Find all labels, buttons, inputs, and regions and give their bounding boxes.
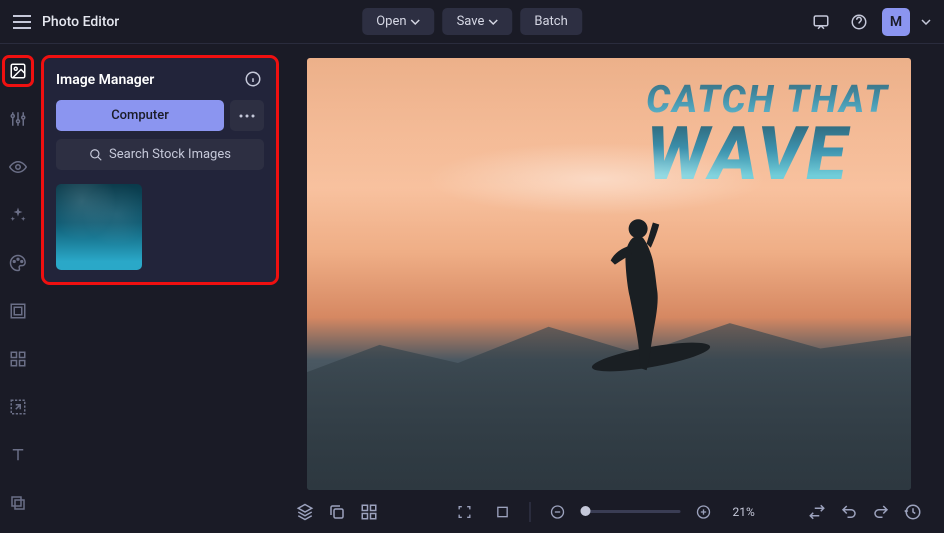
upload-row: Computer [56, 100, 264, 131]
text-icon[interactable] [5, 442, 31, 468]
top-center-buttons: Open Save Batch [362, 8, 582, 35]
search-icon [89, 148, 103, 162]
top-right: M [806, 7, 934, 37]
history-icon[interactable] [898, 497, 928, 527]
divider [530, 502, 531, 522]
fit-screen-icon[interactable] [450, 497, 480, 527]
adjustments-icon[interactable] [5, 106, 31, 132]
zoom-in-icon[interactable] [689, 497, 719, 527]
canvas-wrap: CATCH THAT WAVE [284, 54, 934, 490]
text-line1: CATCH THAT [646, 78, 889, 122]
canvas[interactable]: CATCH THAT WAVE [307, 58, 911, 490]
chevron-down-icon [488, 17, 498, 27]
image-manager-panel: Image Manager Computer Search Stock Imag… [44, 58, 276, 282]
top-bar: Photo Editor Open Save Batch M [0, 0, 944, 44]
batch-button[interactable]: Batch [520, 8, 581, 35]
image-thumbnail[interactable] [56, 184, 142, 270]
help-icon[interactable] [844, 7, 874, 37]
comment-icon[interactable] [806, 7, 836, 37]
open-label: Open [376, 14, 406, 29]
avatar[interactable]: M [882, 8, 910, 36]
open-button[interactable]: Open [362, 8, 434, 35]
redo-icon[interactable] [866, 497, 896, 527]
zoom-out-icon[interactable] [543, 497, 573, 527]
palette-icon[interactable] [5, 250, 31, 276]
info-icon[interactable] [244, 70, 264, 90]
actual-size-icon[interactable] [488, 497, 518, 527]
image-manager-icon[interactable] [5, 58, 31, 84]
thumbnail-grid [56, 184, 264, 270]
save-button[interactable]: Save [443, 8, 513, 35]
left-rail [0, 44, 36, 533]
layers-icon[interactable] [290, 497, 320, 527]
panel-header: Image Manager [56, 70, 264, 90]
grid-icon[interactable] [354, 497, 384, 527]
save-label: Save [457, 14, 485, 29]
chevron-down-icon [411, 17, 421, 27]
batch-label: Batch [534, 14, 567, 29]
text-line2: WAVE [646, 122, 889, 189]
canvas-area: CATCH THAT WAVE [276, 44, 944, 533]
zoom-value[interactable]: 21% [733, 505, 769, 519]
undo-icon[interactable] [834, 497, 864, 527]
bottom-toolbar: 21% [284, 490, 934, 533]
copy-icon[interactable] [322, 497, 352, 527]
zoom-controls: 21% [450, 497, 769, 527]
frame-icon[interactable] [5, 298, 31, 324]
zoom-slider[interactable] [581, 510, 681, 513]
text-overlay: CATCH THAT WAVE [646, 78, 889, 189]
panel-title: Image Manager [56, 72, 154, 88]
chevron-down-icon[interactable] [918, 7, 934, 37]
eye-icon[interactable] [5, 154, 31, 180]
resize-icon[interactable] [5, 394, 31, 420]
app-title: Photo Editor [42, 14, 119, 30]
main-area: Image Manager Computer Search Stock Imag… [0, 44, 944, 533]
elements-icon[interactable] [5, 346, 31, 372]
search-stock-label: Search Stock Images [109, 147, 231, 162]
search-stock-button[interactable]: Search Stock Images [56, 139, 264, 170]
hamburger-icon[interactable] [10, 10, 34, 34]
sparkle-icon[interactable] [5, 202, 31, 228]
surfer-silhouette [603, 214, 669, 404]
computer-button[interactable]: Computer [56, 100, 224, 131]
compare-icon[interactable] [802, 497, 832, 527]
more-upload-button[interactable] [230, 100, 264, 131]
mask-icon[interactable] [5, 490, 31, 516]
